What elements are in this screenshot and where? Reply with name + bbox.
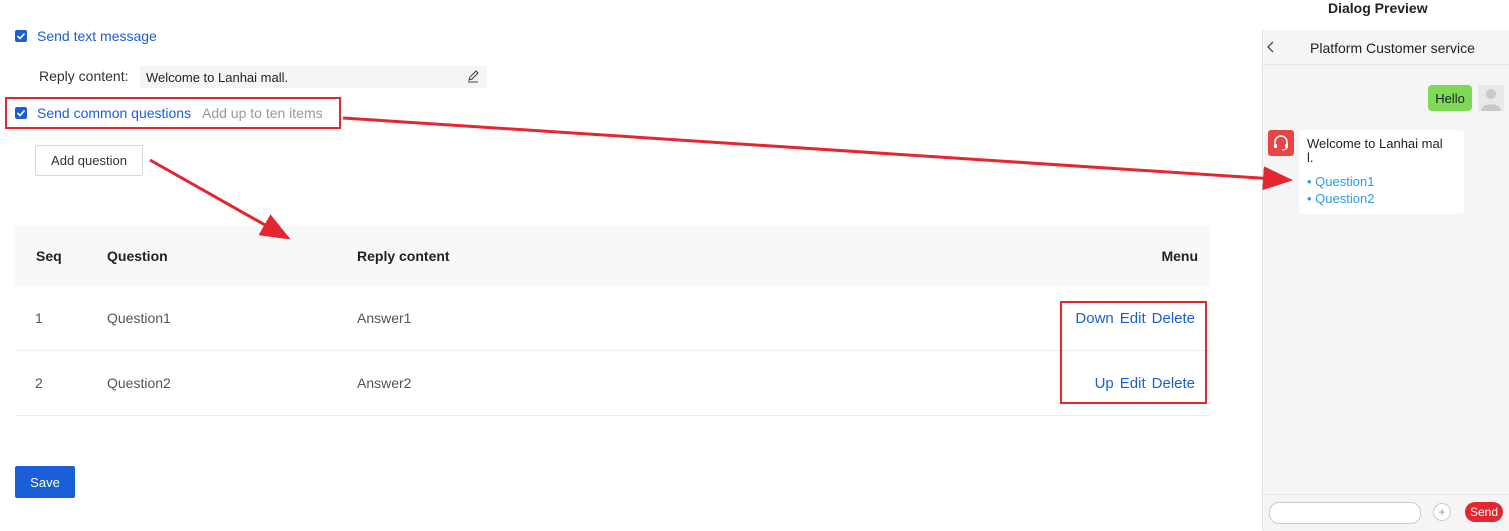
arrow-to-table (149, 158, 291, 240)
arrow-to-preview (342, 116, 1293, 191)
annotation-arrows (149, 116, 1293, 240)
